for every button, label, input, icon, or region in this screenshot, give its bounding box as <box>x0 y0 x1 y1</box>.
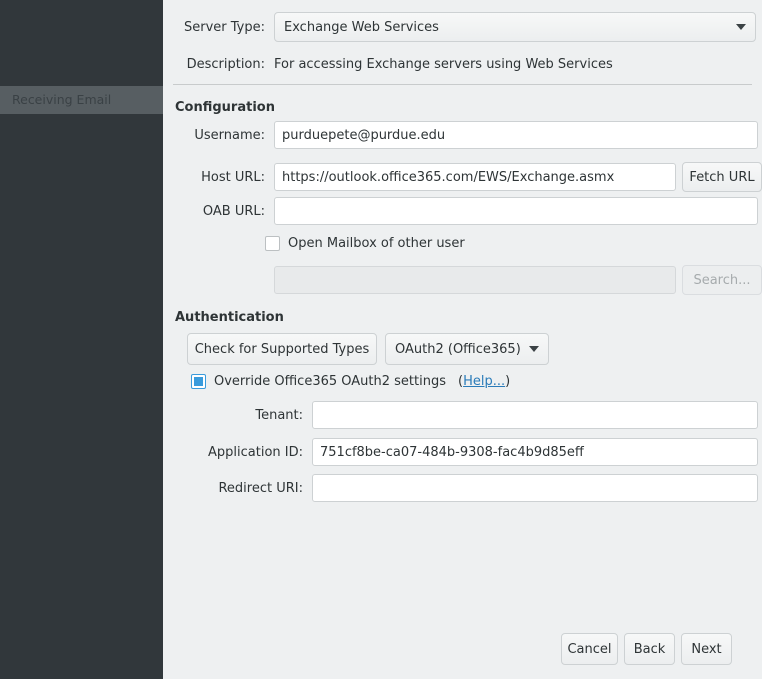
username-input[interactable] <box>274 121 758 149</box>
configuration-section-title: Configuration <box>175 100 275 115</box>
server-type-label: Server Type: <box>183 19 265 35</box>
oab-url-input[interactable] <box>274 197 758 225</box>
authentication-buttons-row: Check for Supported Types OAuth2 (Office… <box>187 333 549 365</box>
open-mailbox-checkbox[interactable]: Open Mailbox of other user <box>265 236 465 251</box>
chevron-down-icon <box>528 346 539 352</box>
help-link-wrapper: (Help...) <box>458 374 510 389</box>
redirect-uri-label: Redirect URI: <box>218 480 303 496</box>
account-wizard-window: Receiving Email Server Type: Exchange We… <box>0 0 762 679</box>
mailbox-user-input[interactable] <box>274 266 676 294</box>
sidebar-item-label: Receiving Email <box>12 92 112 107</box>
description-label: Description: <box>186 57 265 72</box>
checkbox-icon <box>265 236 280 251</box>
server-type-combobox[interactable]: Exchange Web Services <box>274 12 756 42</box>
search-button[interactable]: Search... <box>682 265 762 295</box>
redirect-uri-input[interactable] <box>312 474 758 502</box>
tenant-input[interactable] <box>312 401 758 429</box>
cancel-button[interactable]: Cancel <box>561 633 618 665</box>
server-type-value: Exchange Web Services <box>284 19 439 35</box>
back-button[interactable]: Back <box>624 633 675 665</box>
next-button[interactable]: Next <box>681 633 732 665</box>
help-link[interactable]: Help... <box>463 374 505 389</box>
description-value: For accessing Exchange servers using Web… <box>274 57 613 72</box>
authentication-section-title: Authentication <box>175 310 284 325</box>
wizard-sidebar: Receiving Email <box>0 0 163 679</box>
override-oauth2-checkbox[interactable]: Override Office365 OAuth2 settings <box>191 374 446 389</box>
redirect-uri-row: Redirect URI: <box>173 474 758 502</box>
server-type-row: Server Type: Exchange Web Services <box>173 12 756 42</box>
help-close-paren: ) <box>505 374 511 389</box>
fetch-url-button[interactable]: Fetch URL <box>682 162 762 192</box>
chevron-down-icon <box>736 24 746 30</box>
application-id-label: Application ID: <box>208 444 303 460</box>
application-id-row: Application ID: <box>173 438 758 466</box>
auth-method-value: OAuth2 (Office365) <box>395 341 521 357</box>
mailbox-user-row: Search... <box>173 265 762 295</box>
wizard-content-panel: Server Type: Exchange Web Services Descr… <box>163 0 762 679</box>
sidebar-item-receiving-email[interactable]: Receiving Email <box>0 86 163 114</box>
application-id-input[interactable] <box>312 438 758 466</box>
override-settings-row: Override Office365 OAuth2 settings (Help… <box>191 374 510 389</box>
username-label: Username: <box>194 127 265 143</box>
host-url-input[interactable] <box>274 163 676 191</box>
open-mailbox-label: Open Mailbox of other user <box>288 236 465 251</box>
checkbox-checked-icon <box>191 374 206 389</box>
tenant-row: Tenant: <box>173 401 758 429</box>
wizard-footer-buttons: Cancel Back Next <box>561 633 732 665</box>
override-oauth2-label: Override Office365 OAuth2 settings <box>214 374 446 389</box>
oab-url-row: OAB URL: <box>173 197 758 225</box>
oab-url-label: OAB URL: <box>202 203 265 219</box>
host-url-row: Host URL: Fetch URL <box>173 162 762 192</box>
auth-method-combobox[interactable]: OAuth2 (Office365) <box>385 333 549 365</box>
username-row: Username: <box>173 121 758 149</box>
check-supported-types-button[interactable]: Check for Supported Types <box>187 333 377 365</box>
open-mailbox-row: Open Mailbox of other user <box>265 236 465 251</box>
tenant-label: Tenant: <box>255 407 303 423</box>
description-row: Description: For accessing Exchange serv… <box>173 57 613 72</box>
host-url-label: Host URL: <box>201 169 265 185</box>
header-separator <box>173 84 752 85</box>
